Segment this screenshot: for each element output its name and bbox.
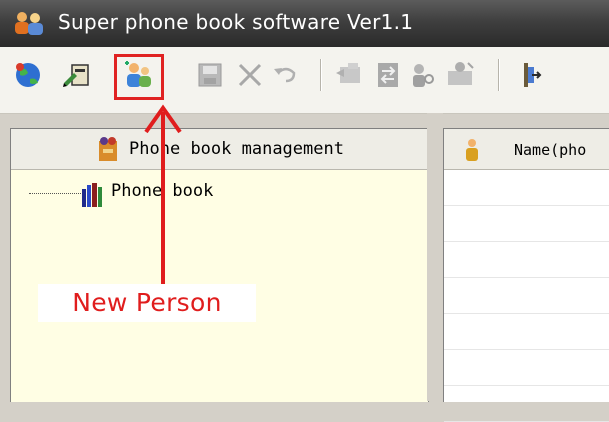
globe-button[interactable]	[10, 57, 50, 93]
new-person-highlight-box	[114, 54, 164, 100]
table-row[interactable]	[444, 278, 609, 314]
column-header-label: Name(pho	[514, 141, 587, 159]
table-row[interactable]	[444, 206, 609, 242]
person-card-button[interactable]	[440, 57, 480, 93]
tree-item-label: Phone book	[111, 181, 214, 201]
window-title: Super phone book software Ver1.1	[58, 10, 414, 34]
title-bar: Super phone book software Ver1.1	[0, 0, 609, 47]
exit-button[interactable]	[510, 57, 550, 93]
undo-icon	[274, 67, 296, 83]
globe-icon	[16, 63, 40, 87]
import-button[interactable]	[330, 57, 370, 93]
person-card-icon	[448, 62, 474, 85]
save-button[interactable]	[190, 57, 230, 93]
exit-icon	[524, 63, 542, 87]
import-icon	[336, 63, 360, 83]
table-row[interactable]	[444, 314, 609, 350]
tree-item-phone-book[interactable]: Phone book	[11, 179, 311, 209]
tree-connector	[29, 193, 81, 194]
new-person-annotation: New Person	[38, 284, 256, 322]
panel-splitter[interactable]	[427, 113, 443, 401]
person-find-button[interactable]	[402, 57, 442, 93]
books-icon	[82, 183, 102, 207]
save-icon	[198, 63, 222, 87]
column-header-name[interactable]: Name(pho	[444, 129, 609, 170]
table-row[interactable]	[444, 386, 609, 422]
toolbar-separator	[320, 59, 321, 91]
tree-panel-title: Phone book management	[129, 139, 344, 159]
toolbar-separator	[498, 59, 499, 91]
book-edit-icon	[63, 64, 89, 87]
table-row[interactable]	[444, 170, 609, 206]
delete-button[interactable]	[230, 57, 270, 93]
book-edit-button[interactable]	[58, 57, 98, 93]
undo-button[interactable]	[266, 57, 306, 93]
app-people-icon	[15, 12, 43, 35]
phone-book-management-icon	[99, 137, 118, 161]
tree-panel-header: Phone book management	[11, 129, 428, 170]
phone-book-tree-panel: Phone book management Phone book	[10, 128, 429, 402]
toolbar	[0, 47, 609, 114]
delete-icon	[238, 63, 262, 87]
person-column-icon	[466, 139, 478, 161]
person-find-icon	[413, 64, 434, 87]
table-row[interactable]	[444, 242, 609, 278]
contact-list-panel: Name(pho	[443, 128, 609, 422]
table-row[interactable]	[444, 350, 609, 386]
